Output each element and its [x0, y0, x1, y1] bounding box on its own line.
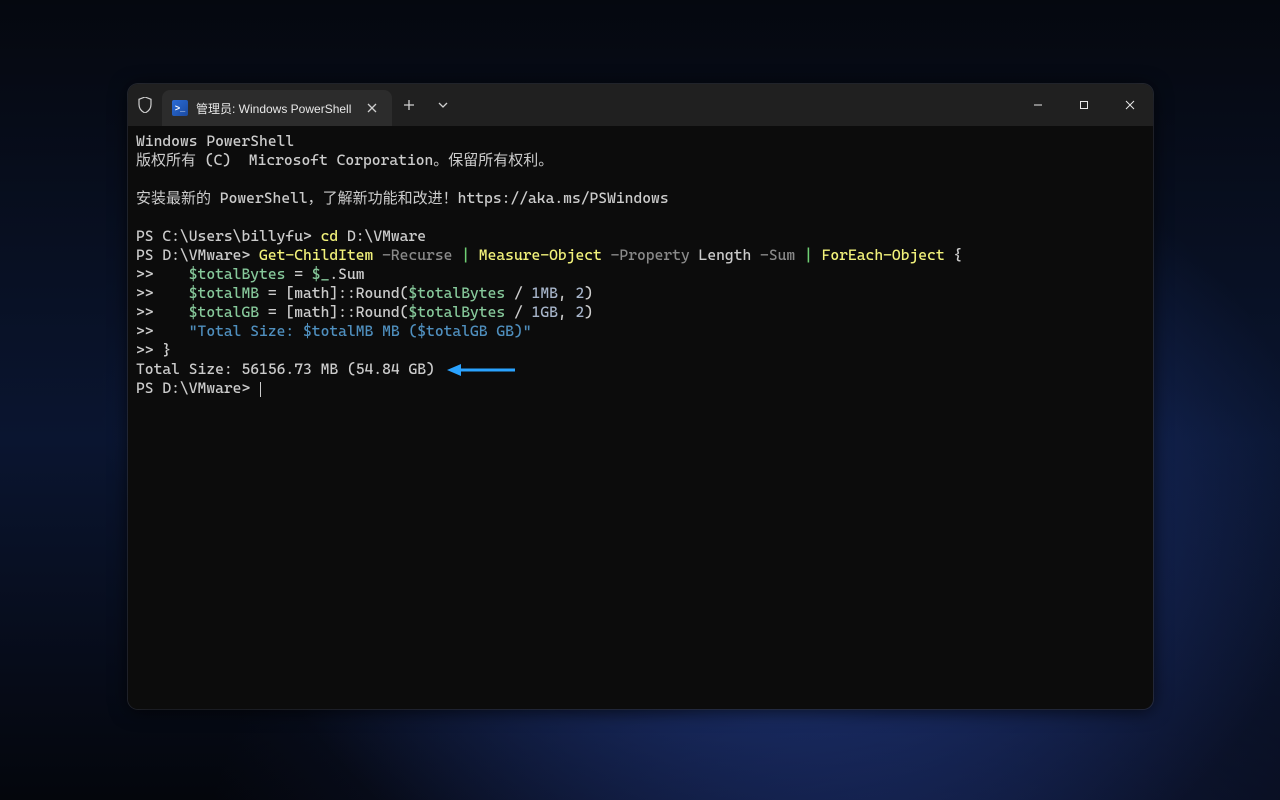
cont-5: >>: [136, 341, 154, 359]
window-control-buttons: [1015, 84, 1153, 126]
banner-line-1: Windows PowerShell: [136, 132, 294, 150]
param-sum: -Sum: [751, 246, 804, 264]
prompt-3-prefix: PS D:\VMware>: [136, 379, 259, 397]
string-literal: "Total Size: $totalMB MB ($totalGB GB)": [189, 322, 532, 340]
tab-close-button[interactable]: [362, 98, 382, 118]
tab-dropdown-button[interactable]: [426, 84, 460, 126]
cont-2: >>: [136, 284, 154, 302]
output-total-size: Total Size: 56156.73 MB (54.84 GB): [136, 360, 435, 378]
cmd-foreach-object: ForEach-Object: [813, 246, 945, 264]
powershell-icon: >_: [172, 100, 188, 116]
prompt-2-prefix: PS D:\VMware>: [136, 246, 259, 264]
param-property: -Property: [602, 246, 699, 264]
cmd-get-childitem: Get-ChildItem: [259, 246, 373, 264]
var-totalgb: $totalGB: [189, 303, 259, 321]
pipe-2: |: [804, 246, 813, 264]
close-button[interactable]: [1107, 84, 1153, 126]
cont-1: >>: [136, 265, 154, 283]
terminal-content[interactable]: Windows PowerShell 版权所有 (C) Microsoft Co…: [128, 126, 1153, 709]
prompt-1-prefix: PS C:\Users\billyfu>: [136, 227, 321, 245]
new-tab-button[interactable]: [392, 84, 426, 126]
cont-3: >>: [136, 303, 154, 321]
var-totalmb: $totalMB: [189, 284, 259, 302]
open-brace: {: [945, 246, 963, 264]
minimize-button[interactable]: [1015, 84, 1061, 126]
var-totalbytes: $totalBytes: [189, 265, 286, 283]
tab-title: 管理员: Windows PowerShell: [196, 100, 354, 117]
tabstrip-controls: [392, 84, 460, 126]
var-underscore: $_: [312, 265, 330, 283]
arg-length: Length: [699, 246, 752, 264]
banner-line-3: 安装最新的 PowerShell，了解新功能和改进！https://aka.ms…: [136, 189, 669, 207]
pipe-1: |: [461, 246, 470, 264]
maximize-button[interactable]: [1061, 84, 1107, 126]
prompt-1-cmd: cd: [321, 227, 339, 245]
cont-4: >>: [136, 322, 154, 340]
tab-powershell[interactable]: >_ 管理员: Windows PowerShell: [162, 90, 392, 126]
close-brace: }: [162, 341, 171, 359]
text-cursor: [260, 382, 261, 397]
titlebar-drag-region[interactable]: [460, 84, 1015, 126]
cmd-measure-object: Measure-Object: [470, 246, 602, 264]
terminal-window: >_ 管理员: Windows PowerShell: [128, 84, 1153, 709]
banner-line-2: 版权所有 (C) Microsoft Corporation。保留所有权利。: [136, 151, 553, 169]
shield-icon: [128, 84, 162, 126]
titlebar[interactable]: >_ 管理员: Windows PowerShell: [128, 84, 1153, 126]
param-recurse: -Recurse: [373, 246, 461, 264]
prompt-1-arg: D:\VMware: [338, 227, 426, 245]
